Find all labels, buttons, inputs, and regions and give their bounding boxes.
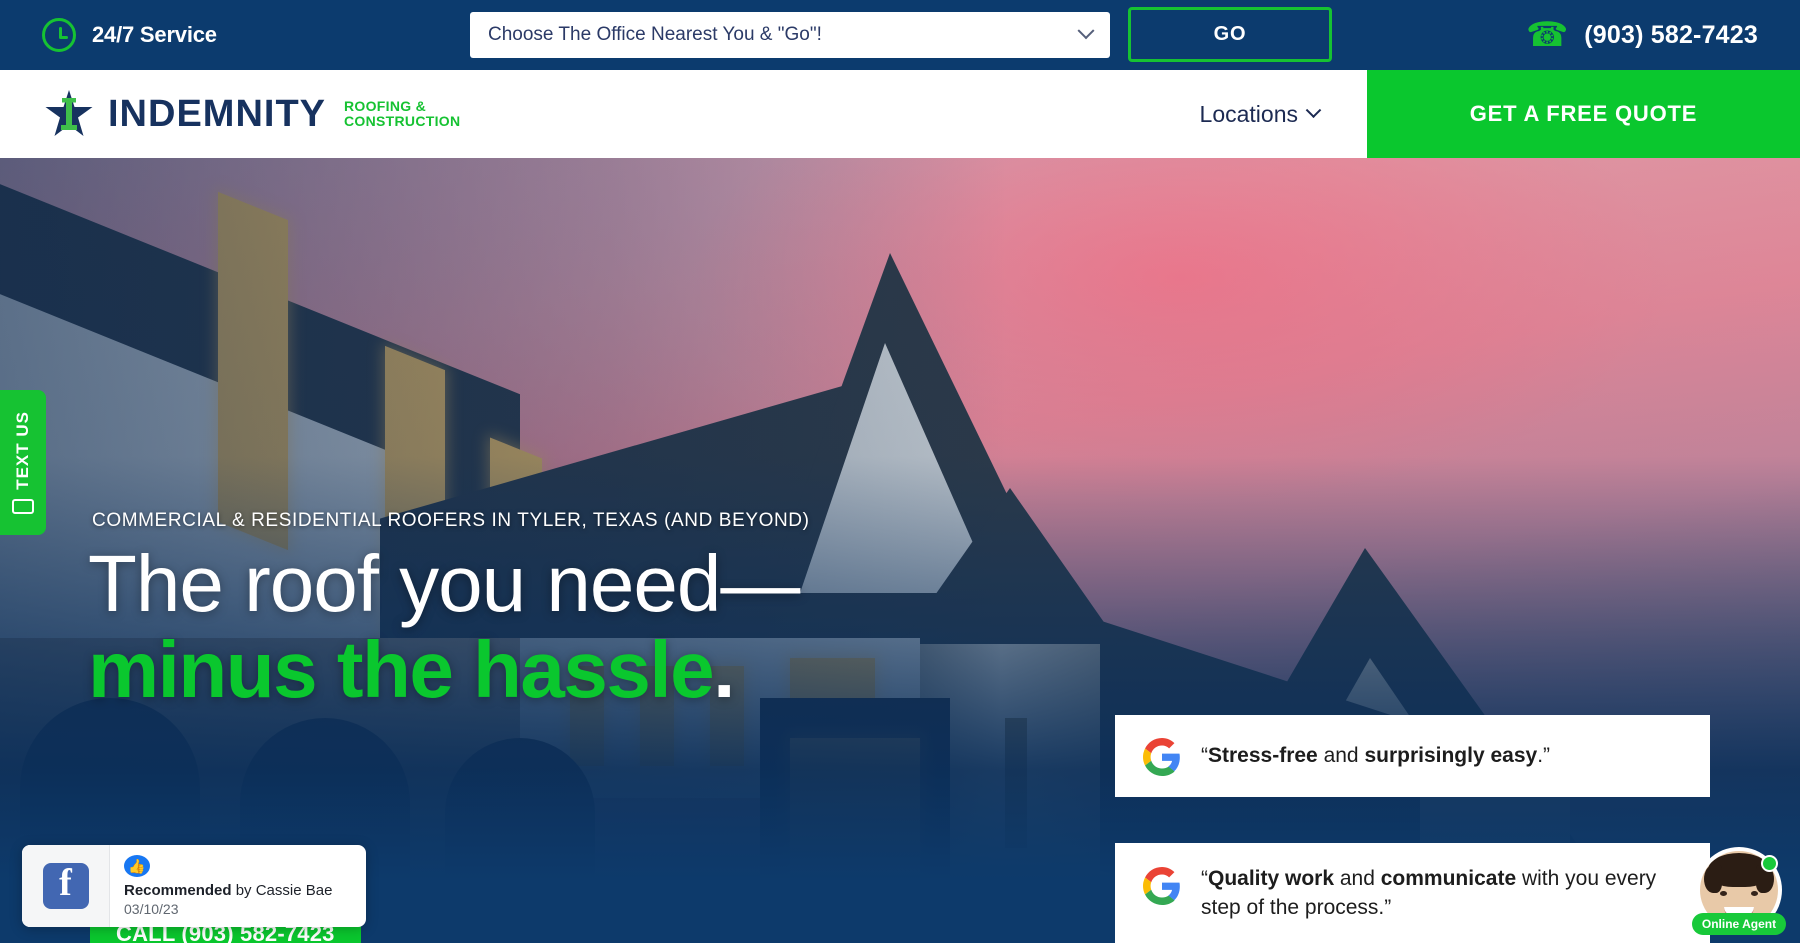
review-quote-open: “ — [1201, 867, 1208, 890]
facebook-icon-panel: f — [22, 845, 110, 927]
hero-content: COMMERCIAL & RESIDENTIAL ROOFERS IN TYLE… — [0, 158, 1800, 943]
logo-tagline-line1: ROOFING & — [344, 97, 427, 114]
logo-wordmark: INDEMNITY — [108, 92, 326, 135]
review-bold-1: Quality work — [1208, 867, 1335, 890]
page-root: 24/7 Service Choose The Office Nearest Y… — [0, 0, 1800, 943]
hero-eyebrow: COMMERCIAL & RESIDENTIAL ROOFERS IN TYLE… — [92, 510, 810, 531]
online-status-dot — [1761, 855, 1778, 872]
google-review-card[interactable]: “Stress-free and surprisingly easy.” — [1115, 715, 1710, 797]
phone-icon: ☎ — [1525, 16, 1569, 54]
logo[interactable]: INDEMNITY ROOFING & CONSTRUCTION — [0, 90, 460, 138]
nav-locations-label: Locations — [1199, 100, 1298, 127]
facebook-recommended-line: Recommended by Cassie Bae — [124, 882, 352, 899]
hero-headline: The roof you need— minus the hassle. — [88, 543, 928, 710]
facebook-widget-body: 👍 Recommended by Cassie Bae 03/10/23 — [110, 845, 366, 927]
review-bold-2: surprisingly easy — [1364, 743, 1538, 767]
main-navigation: INDEMNITY ROOFING & CONSTRUCTION Locatio… — [0, 70, 1800, 158]
office-select-value: Choose The Office Nearest You & "Go"! — [488, 24, 822, 45]
hero-headline-line2: minus the hassle. — [88, 628, 928, 711]
agent-eye-left — [1720, 891, 1727, 896]
hero-headline-line1: The roof you need— — [88, 539, 800, 628]
logo-tagline: ROOFING & CONSTRUCTION — [344, 97, 461, 129]
google-logo-icon — [1143, 738, 1180, 776]
review-bold-2: communicate — [1380, 867, 1517, 890]
facebook-recommended-label: Recommended — [124, 882, 232, 899]
facebook-recommendation-widget[interactable]: f 👍 Recommended by Cassie Bae 03/10/23 — [22, 845, 366, 927]
facebook-reviewer-name: by Cassie Bae — [231, 882, 333, 899]
text-us-label: TEXT US — [13, 410, 32, 490]
review-mid-1: and — [1317, 743, 1365, 767]
logo-tagline-line2: CONSTRUCTION — [344, 113, 461, 129]
review-mid-1: and — [1334, 867, 1381, 890]
hero-headline-period: . — [713, 624, 735, 714]
online-agent-widget[interactable]: Online Agent — [1692, 847, 1786, 935]
hero-headline-line2-text: minus the hassle — [88, 624, 715, 714]
mobile-phone-icon — [12, 499, 34, 515]
agent-hair-left — [1704, 865, 1722, 893]
google-review-card[interactable]: “Quality work and communicate with you e… — [1115, 843, 1710, 943]
top-utility-bar: 24/7 Service Choose The Office Nearest Y… — [0, 0, 1800, 70]
topbar-phone-link[interactable]: ☎ (903) 582-7423 — [1526, 0, 1758, 70]
agent-eye-right — [1751, 891, 1758, 896]
chevron-down-icon — [1305, 101, 1322, 118]
thumbs-up-icon: 👍 — [124, 855, 150, 877]
nav-item-locations[interactable]: Locations — [1200, 101, 1367, 128]
review-text: “Quality work and communicate with you e… — [1201, 865, 1682, 923]
review-tail: .” — [1537, 743, 1551, 767]
clock-icon — [42, 18, 76, 52]
facebook-review-date: 03/10/23 — [124, 901, 179, 917]
facebook-icon: f — [42, 863, 89, 909]
service-text: 24/7 Service — [92, 22, 217, 47]
topbar-phone-number: (903) 582-7423 — [1584, 20, 1758, 49]
review-quote-open: “ — [1201, 743, 1208, 767]
chevron-down-icon — [1077, 22, 1095, 40]
review-text: “Stress-free and surprisingly easy.” — [1201, 742, 1550, 771]
get-free-quote-button[interactable]: GET A FREE QUOTE — [1367, 70, 1800, 158]
star-logo-icon — [45, 90, 93, 136]
review-bold-1: Stress-free — [1208, 743, 1318, 767]
service-block: 24/7 Service — [0, 18, 430, 52]
office-select[interactable]: Choose The Office Nearest You & "Go"! — [470, 12, 1110, 58]
go-button[interactable]: GO — [1128, 7, 1332, 62]
google-logo-icon — [1143, 867, 1180, 905]
online-agent-label: Online Agent — [1692, 913, 1786, 935]
text-us-tab[interactable]: TEXT US — [0, 390, 46, 535]
hero-section: COMMERCIAL & RESIDENTIAL ROOFERS IN TYLE… — [0, 158, 1800, 943]
